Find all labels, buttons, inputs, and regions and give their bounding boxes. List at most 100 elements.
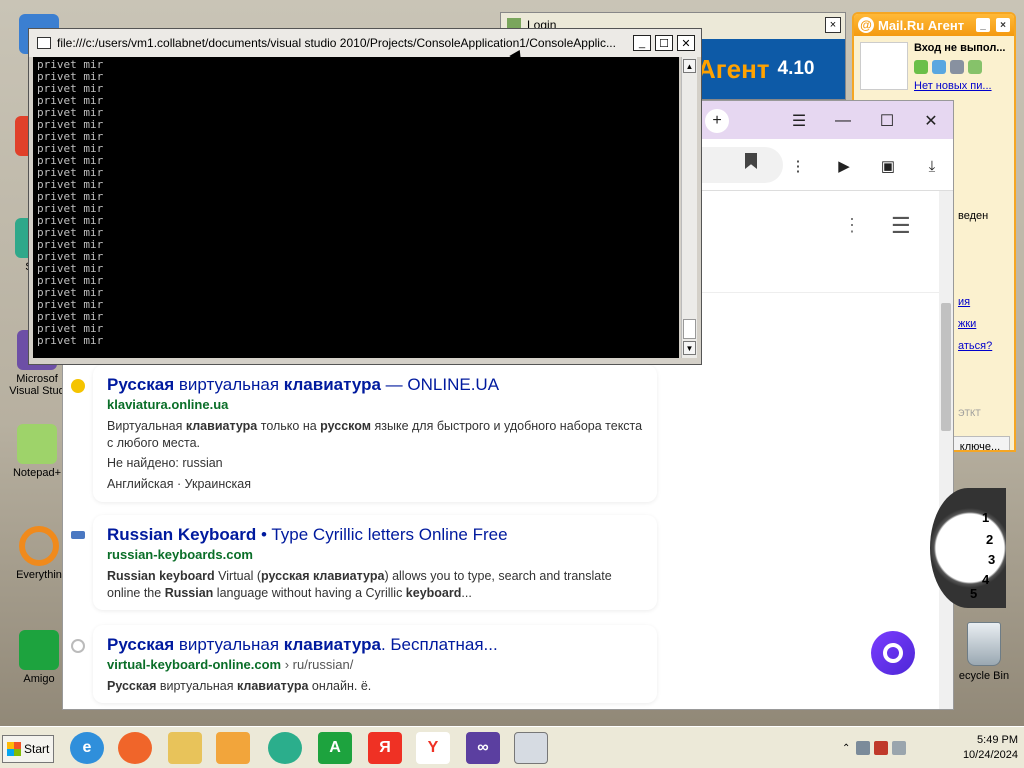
mailru-at-icon: @ — [858, 17, 874, 33]
result-domain[interactable]: russian-keyboards.com — [107, 547, 253, 562]
visual-studio-icon[interactable]: ∞ — [466, 732, 500, 764]
console-scrollbar[interactable]: ▲ ▼ — [681, 57, 697, 358]
agent-side-link[interactable]: аться? — [958, 340, 992, 352]
text-fragment: Русская — [107, 679, 157, 693]
start-button[interactable]: Start — [2, 735, 54, 763]
extension-icon[interactable]: ▣ — [875, 153, 901, 179]
close-button[interactable]: × — [825, 17, 841, 33]
hamburger-menu-icon[interactable]: ☰ — [891, 213, 911, 239]
console-line: privet mir — [37, 262, 104, 275]
search-result[interactable]: Русская виртуальная клавиатура — ONLINE.… — [71, 365, 657, 502]
agent-title: Mail.Ru Агент — [878, 17, 965, 33]
result-path[interactable]: › ru/russian/ — [281, 657, 354, 672]
keyboard-icon — [71, 531, 85, 539]
agent-titlebar: @ Mail.Ru Агент _ × — [854, 14, 1014, 36]
result-title[interactable]: Russian Keyboard • Type Cyrillic letters… — [107, 525, 645, 545]
console-line: privet mir — [37, 274, 104, 287]
minimize-button[interactable]: _ — [633, 35, 651, 51]
text-fragment: Русская — [107, 375, 175, 394]
new-tab-button[interactable]: + — [705, 109, 729, 133]
text-fragment: Russian Keyboard — [107, 525, 257, 544]
menu-icon[interactable]: ☰ — [787, 109, 811, 133]
agent-side-text: веден — [958, 210, 989, 222]
agent-mail-link[interactable]: Нет новых пи... — [914, 80, 992, 92]
amigo-icon[interactable]: A — [318, 732, 352, 764]
search-result[interactable]: Русская виртуальная клавиатура. Бесплатн… — [71, 625, 657, 703]
alice-assistant-button[interactable] — [871, 631, 915, 675]
tray-expand-icon[interactable]: ⌃ — [842, 743, 850, 754]
result-title[interactable]: Русская виртуальная клавиатура — ONLINE.… — [107, 375, 645, 395]
text-fragment: Виртуальная — [107, 419, 186, 433]
console-line: privet mir — [37, 310, 104, 323]
text-fragment: клавиатура — [283, 375, 381, 394]
result-snippet: Виртуальная клавиатура только на русском… — [107, 418, 645, 452]
media-player-icon[interactable] — [216, 732, 250, 764]
result-url[interactable]: virtual-keyboard-online.com › ru/russian… — [107, 657, 645, 672]
scrollbar-thumb[interactable] — [683, 319, 696, 339]
text-fragment: клавиатура — [185, 419, 258, 433]
text-fragment: — ONLINE.UA — [380, 375, 500, 394]
more-options-icon[interactable]: ⋮ — [785, 153, 811, 179]
scroll-up-icon[interactable]: ▲ — [683, 59, 696, 73]
agent-connect-button[interactable]: ключе... — [950, 436, 1010, 450]
network-icon[interactable] — [856, 741, 871, 755]
power-icon[interactable] — [892, 741, 907, 755]
result-meta[interactable]: Английская · Украинская — [107, 475, 645, 494]
desktop-icon-recycle-bin[interactable]: ecycle Bin — [944, 622, 1024, 682]
agent-side-link[interactable]: ия — [958, 296, 970, 308]
agent-side-link[interactable]: жки — [958, 318, 976, 330]
close-button[interactable]: × — [996, 18, 1010, 32]
maximize-button[interactable]: ☐ — [655, 35, 673, 51]
globe-icon — [71, 639, 85, 653]
console-task-icon[interactable] — [514, 732, 548, 764]
text-fragment: . Бесплатная... — [380, 635, 498, 654]
yandex-browser-icon[interactable]: Y — [416, 732, 450, 764]
volume-muted-icon[interactable] — [874, 741, 889, 755]
console-line: privet mir — [37, 334, 104, 347]
text-fragment: keyboard — [405, 586, 462, 600]
taskbar-clock[interactable]: 5:49 PM 10/24/2024 — [963, 733, 1018, 763]
console-output[interactable]: privet mir privet mir privet mir privet mir… — [33, 57, 679, 358]
result-domain[interactable]: klaviatura.online.ua — [107, 397, 228, 412]
bookmark-icon[interactable] — [745, 153, 757, 169]
scroll-down-icon[interactable]: ▼ — [683, 341, 696, 355]
internet-explorer-icon[interactable]: e — [70, 732, 104, 764]
avatar — [860, 42, 908, 90]
result-url[interactable]: klaviatura.online.ua — [107, 397, 645, 412]
messenger-icon[interactable] — [268, 732, 302, 764]
minimize-button[interactable]: _ — [976, 18, 990, 32]
console-titlebar: file:///c:/users/vm1.collabnet/documents… — [29, 29, 701, 57]
file-explorer-icon[interactable] — [168, 732, 202, 764]
text-fragment: онлайн. ё. — [308, 679, 372, 693]
text-fragment: виртуальная — [174, 635, 284, 654]
people-icon[interactable] — [914, 60, 928, 74]
banner-version: 4.10 — [777, 58, 815, 79]
banner-title: Агент — [697, 53, 770, 84]
taskbar-date: 10/24/2024 — [962, 749, 1018, 761]
console-line: privet mir — [37, 70, 104, 83]
text-fragment: ... — [461, 586, 472, 600]
console-line: privet mir — [37, 178, 104, 191]
result-domain[interactable]: virtual-keyboard-online.com — [107, 657, 281, 672]
close-button[interactable]: ✕ — [677, 35, 695, 51]
maximize-button[interactable]: ☐ — [875, 109, 899, 133]
start-label: Start — [24, 742, 50, 756]
search-result[interactable]: Russian Keyboard • Type Cyrillic letters… — [71, 515, 657, 610]
download-icon[interactable]: ⤓ — [919, 153, 945, 179]
text-fragment: Русская — [107, 635, 175, 654]
scrollbar-thumb[interactable] — [941, 303, 951, 431]
result-title[interactable]: Русская виртуальная клавиатура. Бесплатн… — [107, 635, 645, 655]
result-url[interactable]: russian-keyboards.com — [107, 547, 645, 562]
camera-icon[interactable] — [950, 60, 964, 74]
contacts-icon[interactable] — [968, 60, 982, 74]
minimize-button[interactable]: — — [831, 109, 855, 133]
media-play-icon[interactable]: ▶ — [831, 153, 857, 179]
clock-numeral: 4 — [982, 572, 990, 587]
page-options-icon[interactable]: ⋮ — [843, 215, 861, 236]
clock-gadget: 1 2 3 4 5 — [930, 488, 1006, 608]
firefox-icon[interactable] — [118, 732, 152, 764]
status-icon[interactable] — [932, 60, 946, 74]
close-button[interactable]: ✕ — [919, 109, 943, 133]
yandex-icon[interactable]: Я — [368, 732, 402, 764]
recycle-bin-icon — [967, 622, 1001, 666]
